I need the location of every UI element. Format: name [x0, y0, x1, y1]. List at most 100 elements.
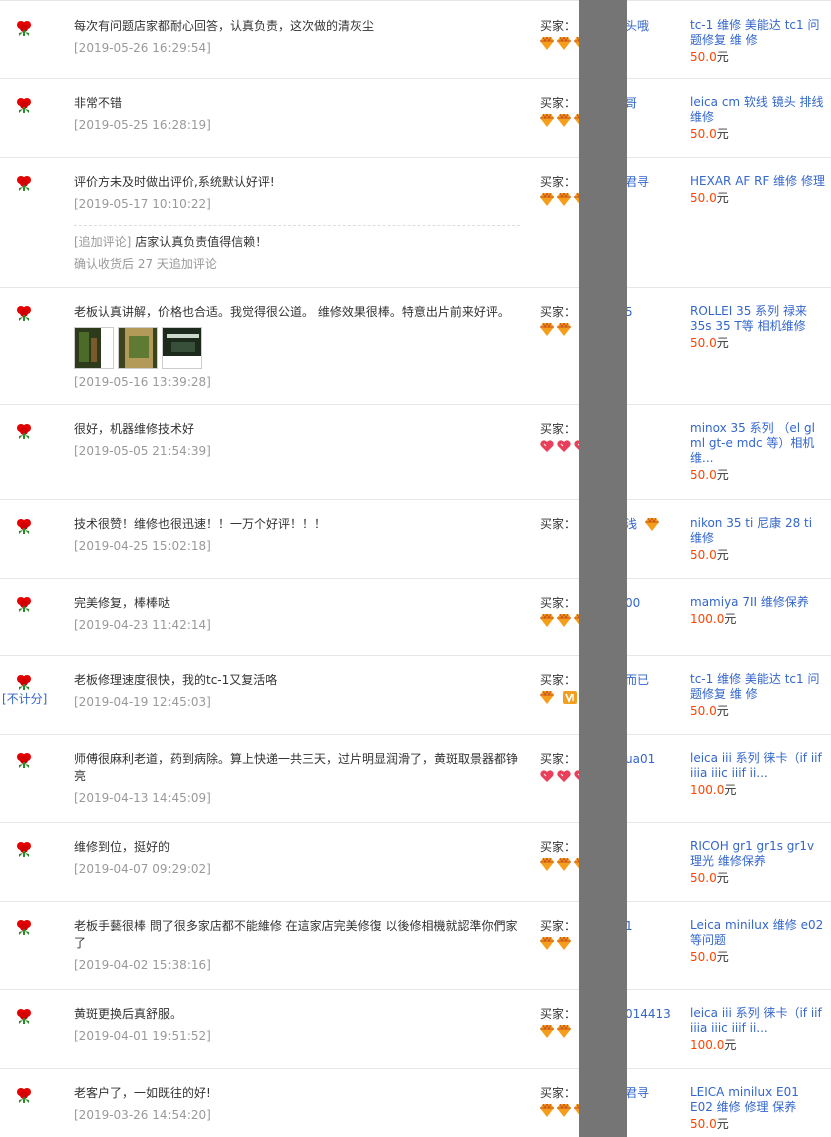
currency-label: 元 — [716, 548, 729, 562]
item-price: 100.0元 — [690, 782, 825, 798]
append-text: 店家认真负责值得信赖！ — [135, 235, 268, 249]
buyer-name-link[interactable]: 014413 — [625, 1006, 671, 1023]
rose-icon — [17, 519, 31, 534]
heart-icon — [540, 440, 554, 452]
item-cell: leica iii 系列 徕卡（if iif iiia iiic iiif ii… — [690, 1006, 825, 1053]
item-link[interactable]: HEXAR AF RF 维修 修理 — [690, 174, 825, 189]
item-link[interactable]: leica iii 系列 徕卡（if iif iiia iiic iiif ii… — [690, 1006, 825, 1036]
diamond-icon — [540, 691, 554, 704]
diamond-icon — [645, 518, 659, 531]
item-link[interactable]: leica iii 系列 徕卡（if iif iiia iiic iiif ii… — [690, 751, 825, 781]
item-price: 50.0元 — [690, 335, 825, 351]
heart-icon — [540, 770, 554, 782]
rose-icon — [17, 1009, 31, 1024]
rose-icon — [17, 920, 31, 935]
no-count-link[interactable]: [不计分] — [2, 690, 47, 707]
review-text: 师傅很麻利老道，药到病除。算上快递一共三天，过片明显润滑了，黄斑取景器都铮亮 — [74, 752, 519, 783]
append-meta: 确认收货后 27 天追加评论 — [74, 257, 217, 271]
rate-row: 非常不错 [2019-05-25 16:28:19] 买家： 哥 leica c… — [0, 79, 831, 158]
rate-row: [不计分] 老板修理速度很快，我的tc-1又复活咯 [2019-04-19 12… — [0, 656, 831, 735]
item-link[interactable]: ROLLEI 35 系列 禄来35s 35 T等 相机维修 — [690, 304, 825, 334]
price-value: 50.0 — [690, 950, 717, 964]
rose-icon — [17, 842, 31, 857]
price-value: 50.0 — [690, 704, 717, 718]
item-link[interactable]: minox 35 系列 （el gl ml gt-e mdc 等）相机维... — [690, 421, 825, 466]
rose-icon — [17, 98, 31, 113]
rate-row: 师傅很麻利老道，药到病除。算上快递一共三天，过片明显润滑了，黄斑取景器都铮亮 [… — [0, 735, 831, 823]
buyer-name-link[interactable]: 君寻 — [625, 1085, 649, 1102]
currency-label: 元 — [724, 612, 737, 626]
item-link[interactable]: mamiya 7II 维修保养 — [690, 595, 825, 610]
rate-row: 技术很赞！维修也很迅速！！一万个好评！！！ [2019-04-25 15:02:… — [0, 500, 831, 579]
item-link[interactable]: RICOH gr1 gr1s gr1v 理光 维修保养 — [690, 839, 825, 869]
item-link[interactable]: Leica minilux 维修 e02 等问题 — [690, 918, 825, 948]
item-price: 100.0元 — [690, 1037, 825, 1053]
item-price: 50.0元 — [690, 703, 825, 719]
review-text: 老客户了，一如既往的好! — [74, 1086, 211, 1100]
rose-icon — [17, 21, 31, 36]
diamond-icon — [540, 1104, 554, 1117]
currency-label: 元 — [716, 950, 729, 964]
heart-icon — [557, 770, 571, 782]
diamond-icon — [540, 937, 554, 950]
currency-label: 元 — [716, 468, 729, 482]
rate-list: 每次有问题店家都耐心回答，认真负责，这次做的清灰尘 [2019-05-26 16… — [0, 0, 831, 1137]
review-photos — [74, 327, 524, 369]
item-price: 100.0元 — [690, 611, 825, 627]
rate-row: 黄斑更换后真舒服。 [2019-04-01 19:51:52] 买家： 0144… — [0, 990, 831, 1069]
currency-label: 元 — [716, 191, 729, 205]
item-link[interactable]: tc-1 维修 美能达 tc1 问题修复 维 修 — [690, 18, 825, 48]
buyer-name-link[interactable]: 君寻 — [625, 174, 649, 191]
price-value: 50.0 — [690, 871, 717, 885]
rate-row: 老板认真讲解，价格也合适。我觉得很公道。 维修效果很棒。特意出片前来好评。 [2… — [0, 288, 831, 405]
review-date: [2019-04-19 12:45:03] — [74, 695, 211, 709]
vip-icon — [562, 691, 577, 704]
review-date: [2019-05-26 16:29:54] — [74, 41, 211, 55]
diamond-icon — [557, 937, 571, 950]
diamond-icon — [540, 858, 554, 871]
currency-label: 元 — [716, 50, 729, 64]
rose-icon — [17, 176, 31, 191]
append-tag: [追加评论] — [74, 235, 132, 249]
item-price: 50.0元 — [690, 190, 825, 206]
buyer-name-link[interactable]: ua01 — [625, 751, 655, 768]
diamond-icon — [557, 614, 571, 627]
item-cell: leica cm 软线 镜头 排线维修 50.0元 — [690, 95, 825, 142]
item-cell: RICOH gr1 gr1s gr1v 理光 维修保养 50.0元 — [690, 839, 825, 886]
item-cell: nikon 35 ti 尼康 28 ti 维修 50.0元 — [690, 516, 825, 563]
review-photo-thumbnail[interactable] — [74, 327, 114, 369]
buyer-name-link[interactable]: 00 — [625, 595, 640, 612]
review-text: 老板手藝很棒 問了很多家店都不能維修 在這家店完美修復 以後修相機就認準你們家了 — [74, 919, 518, 950]
currency-label: 元 — [716, 704, 729, 718]
item-link[interactable]: nikon 35 ti 尼康 28 ti 维修 — [690, 516, 825, 546]
item-link[interactable]: LEICA minilux E01 E02 维修 修理 保养 — [690, 1085, 825, 1115]
item-cell: LEICA minilux E01 E02 维修 修理 保养 50.0元 — [690, 1085, 825, 1132]
review-date: [2019-03-26 14:54:20] — [74, 1108, 211, 1122]
rate-row: 老客户了，一如既往的好! [2019-03-26 14:54:20] 买家： 君… — [0, 1069, 831, 1137]
review-date: [2019-05-16 13:39:28] — [74, 375, 211, 389]
price-value: 50.0 — [690, 1117, 717, 1131]
diamond-icon — [540, 614, 554, 627]
buyer-name-link[interactable]: 头哦 — [625, 18, 649, 35]
diamond-icon — [540, 37, 554, 50]
buyer-name-link[interactable]: 而已 — [625, 672, 649, 689]
review-text: 黄斑更换后真舒服。 — [74, 1007, 183, 1021]
item-link[interactable]: tc-1 维修 美能达 tc1 问题修复 维 修 — [690, 672, 825, 702]
item-price: 50.0元 — [690, 547, 825, 563]
review-date: [2019-04-02 15:38:16] — [74, 958, 211, 972]
review-photo-thumbnail[interactable] — [162, 327, 202, 369]
currency-label: 元 — [716, 1117, 729, 1131]
currency-label: 元 — [716, 336, 729, 350]
item-link[interactable]: leica cm 软线 镜头 排线维修 — [690, 95, 825, 125]
review-text: 完美修复，棒棒哒 — [74, 596, 171, 610]
rate-row: 很好，机器维修技术好 [2019-05-05 21:54:39] 买家： min… — [0, 405, 831, 500]
price-value: 50.0 — [690, 50, 717, 64]
price-value: 100.0 — [690, 1038, 725, 1052]
rose-icon — [17, 753, 31, 768]
item-cell: ROLLEI 35 系列 禄来35s 35 T等 相机维修 50.0元 — [690, 304, 825, 351]
currency-label: 元 — [716, 127, 729, 141]
review-date: [2019-04-25 15:02:18] — [74, 539, 211, 553]
item-cell: leica iii 系列 徕卡（if iif iiia iiic iiif ii… — [690, 751, 825, 798]
diamond-icon — [540, 323, 554, 336]
review-photo-thumbnail[interactable] — [118, 327, 158, 369]
